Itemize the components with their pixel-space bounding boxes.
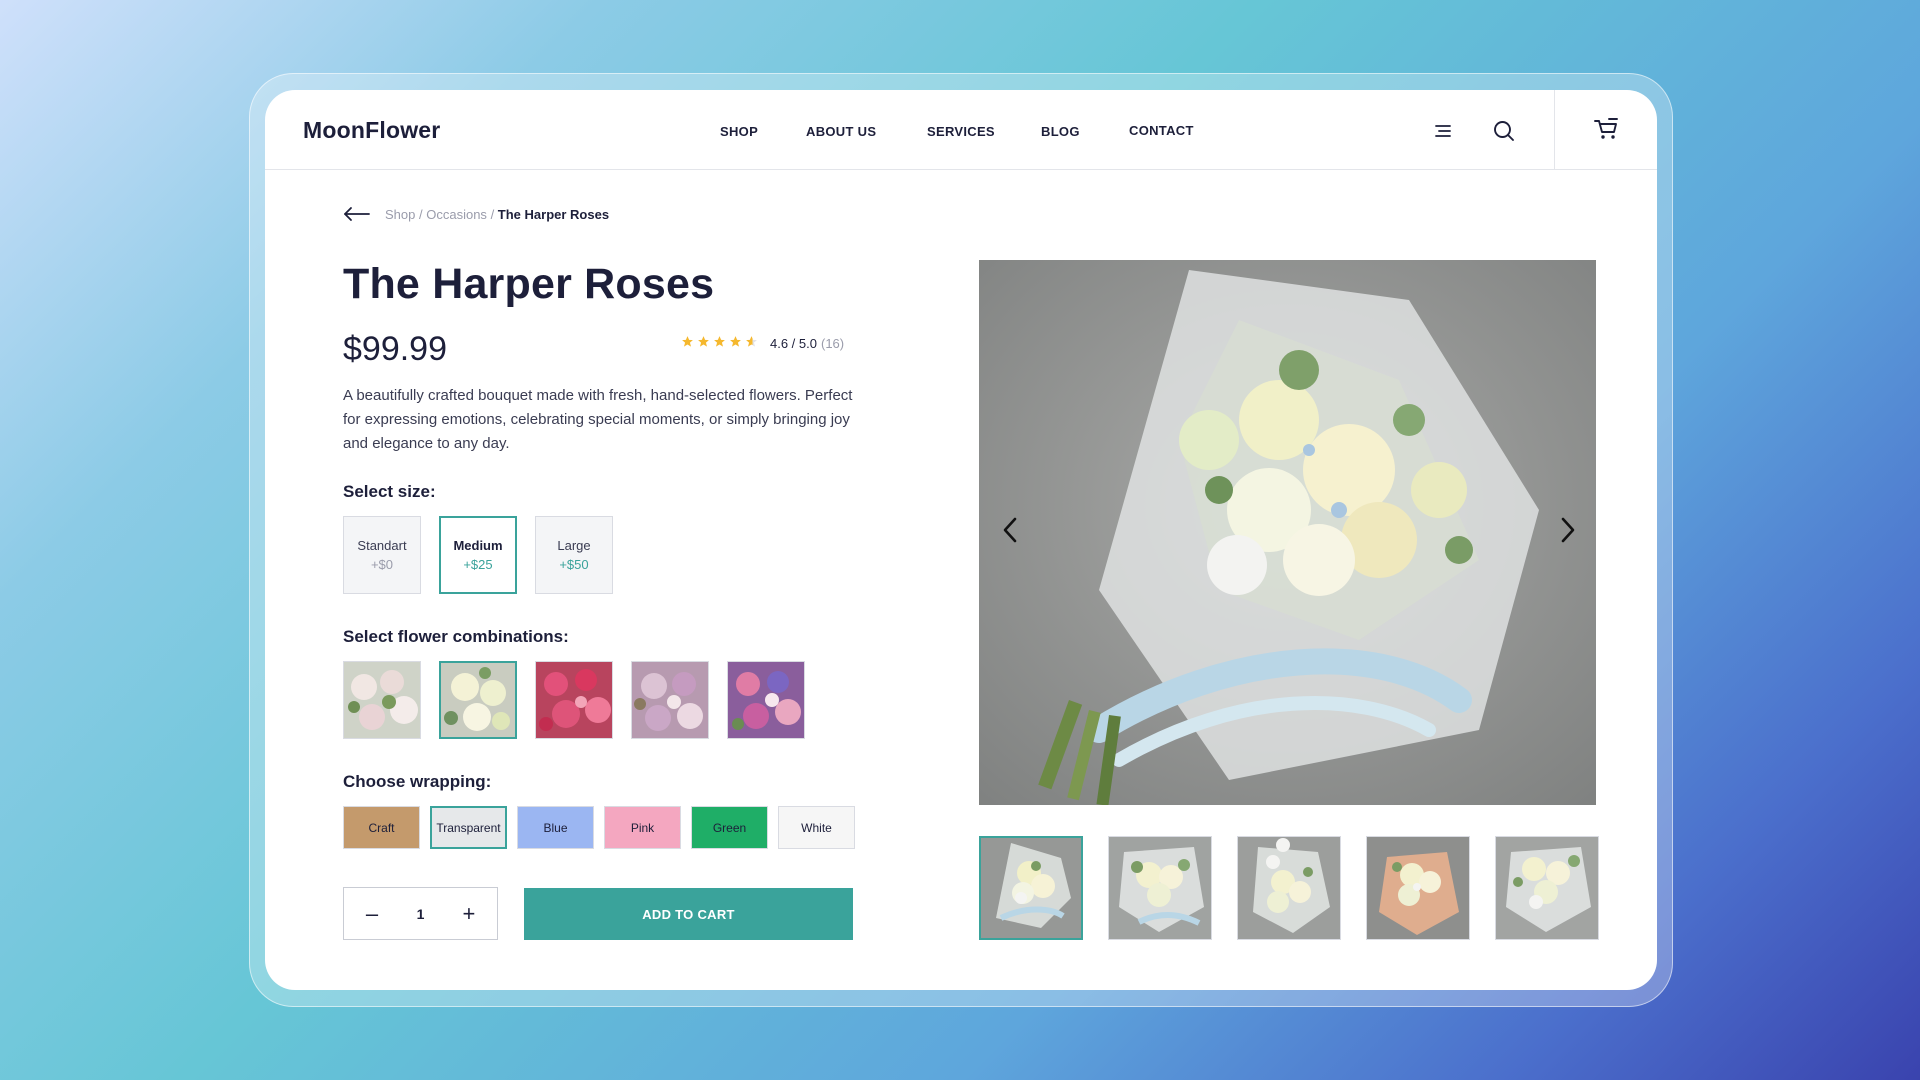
rating-stars	[681, 335, 758, 351]
size-label: Select size:	[343, 482, 436, 501]
gallery-thumbnail-2[interactable]	[1108, 836, 1212, 940]
size-option-large[interactable]: Large +$50	[535, 516, 613, 594]
add-to-cart-button[interactable]: ADD TO CART	[524, 888, 853, 940]
wrap-option-craft[interactable]: Craft	[343, 806, 420, 849]
rating-count: (16)	[820, 335, 845, 351]
star-icon	[745, 335, 758, 351]
wrap-option-green[interactable]: Green	[691, 806, 768, 849]
nav-services[interactable]: SERVICES	[927, 124, 995, 139]
header-divider	[1554, 90, 1555, 170]
brand-logo[interactable]: MoonFlower	[303, 117, 440, 144]
size-price: +$25	[463, 557, 493, 572]
search-icon[interactable]	[1491, 118, 1517, 144]
gallery-thumbnail-3[interactable]	[1237, 836, 1341, 940]
back-arrow-icon[interactable]	[343, 206, 371, 222]
breadcrumb-occasions[interactable]: Occasions	[426, 207, 487, 222]
breadcrumb-current: The Harper Roses	[497, 207, 610, 222]
nav-shop[interactable]: SHOP	[720, 124, 758, 139]
quantity-stepper: – 1 +	[343, 887, 498, 940]
star-icon	[729, 335, 742, 351]
nav-about-us[interactable]: ABOUT US	[806, 124, 876, 139]
increase-button[interactable]: +	[459, 901, 479, 927]
product-description: A beautifully crafted bouquet made with …	[343, 387, 853, 452]
star-icon	[713, 335, 726, 351]
size-name: Standart	[357, 538, 407, 553]
wrapping-options: Craft Transparent Blue Pink Green White	[343, 806, 855, 849]
decrease-button[interactable]: –	[362, 901, 382, 927]
gallery-thumbnail-5[interactable]	[1495, 836, 1599, 940]
product-rating: 4.6 / 5.0 (16)	[681, 335, 844, 351]
star-icon	[681, 335, 694, 351]
product-page: MoonFlower SHOP ABOUT US SERVICES BLOG C…	[265, 90, 1657, 990]
size-options: Standart +$0 Medium +$25 Large +$50	[343, 516, 613, 594]
breadcrumb: Shop / Occasions / The Harper Roses	[385, 207, 609, 222]
combination-option-2[interactable]	[439, 661, 517, 739]
site-header: MoonFlower SHOP ABOUT US SERVICES BLOG C…	[265, 90, 1657, 170]
wrap-option-transparent[interactable]: Transparent	[430, 806, 507, 849]
nav-blog[interactable]: BLOG	[1041, 124, 1080, 139]
product-price: $99.99	[343, 330, 447, 368]
rating-value: 4.6 / 5.0	[770, 335, 817, 351]
product-title: The Harper Roses	[343, 260, 715, 308]
cart-icon[interactable]	[1593, 116, 1619, 142]
combination-option-3[interactable]	[535, 661, 613, 739]
combination-options	[343, 661, 805, 739]
combinations-label: Select flower combinations:	[343, 627, 569, 646]
size-option-medium[interactable]: Medium +$25	[439, 516, 517, 594]
product-main-image	[979, 260, 1596, 805]
wrapping-label: Choose wrapping:	[343, 772, 492, 791]
size-price: +$0	[370, 557, 394, 572]
nav-contact[interactable]: CONTACT	[1129, 123, 1194, 138]
wrap-option-blue[interactable]: Blue	[517, 806, 594, 849]
wrap-option-white[interactable]: White	[778, 806, 855, 849]
star-icon	[697, 335, 710, 351]
gallery-thumbnail-1[interactable]	[979, 836, 1083, 940]
menu-icon[interactable]	[1430, 118, 1456, 144]
size-price: +$50	[559, 557, 589, 572]
breadcrumb-shop[interactable]: Shop	[385, 207, 415, 222]
gallery-thumbnail-4[interactable]	[1366, 836, 1470, 940]
gallery-next-arrow-icon[interactable]	[1555, 515, 1579, 545]
quantity-value[interactable]: 1	[417, 906, 425, 922]
size-option-standart[interactable]: Standart +$0	[343, 516, 421, 594]
combination-option-5[interactable]	[727, 661, 805, 739]
combination-option-4[interactable]	[631, 661, 709, 739]
combination-option-1[interactable]	[343, 661, 421, 739]
wrap-option-pink[interactable]: Pink	[604, 806, 681, 849]
breadcrumb-separator: /	[490, 207, 498, 222]
gallery-thumbnails	[979, 836, 1599, 940]
gallery-prev-arrow-icon[interactable]	[999, 515, 1023, 545]
size-name: Large	[557, 538, 591, 553]
size-name: Medium	[453, 538, 503, 553]
